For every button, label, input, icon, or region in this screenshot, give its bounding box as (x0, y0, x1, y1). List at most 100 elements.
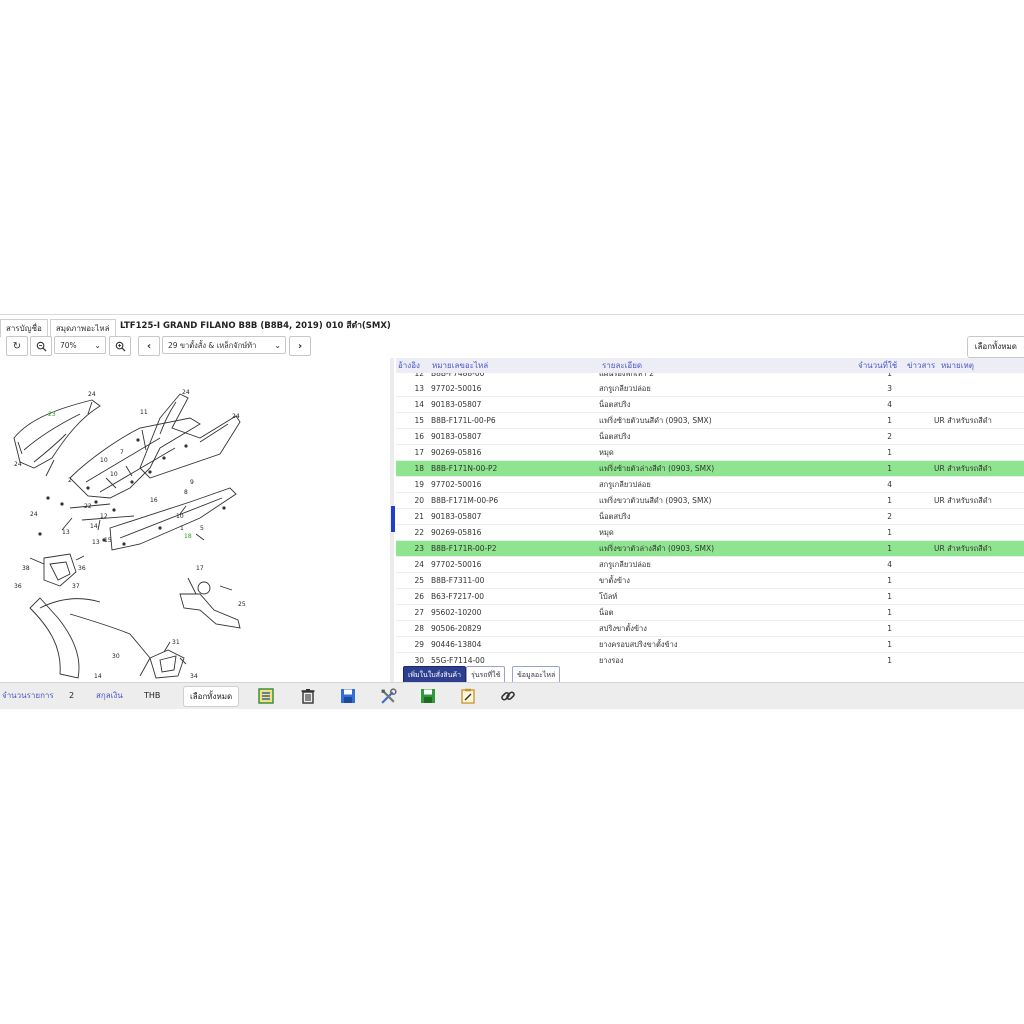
table-row[interactable]: 25 B8B-F7311-00 ขาตั้งข้าง 1 (396, 573, 1024, 589)
col-header-remark[interactable]: หมายเหตุ (941, 358, 974, 373)
table-row[interactable]: 27 95602-10200 น็อต 1 (396, 605, 1024, 621)
cell-description: น็อตสปริง (599, 400, 631, 409)
callout-label[interactable]: 9 (190, 479, 194, 486)
edit-note-button[interactable] (458, 686, 478, 706)
table-row[interactable]: 20 B8B-F171M-00-P6 แฟริ่งขวาตัวบนสีดำ (090… (396, 493, 1024, 509)
save-button[interactable] (338, 686, 358, 706)
col-header-description[interactable]: รายละเอียด (602, 358, 642, 373)
callout-label[interactable]: 24 (14, 461, 22, 468)
zoom-in-button[interactable] (109, 336, 131, 356)
callout-label[interactable]: 10 (176, 513, 184, 520)
callout-label[interactable]: 5 (200, 525, 204, 532)
tools-icon (380, 687, 397, 704)
table-row-selected[interactable]: 18 B8B-F171N-00-P2 แฟริ่งซ้ายตัวล่างสีดำ (… (396, 461, 1024, 477)
callout-label[interactable]: 23 (48, 411, 56, 418)
callout-label[interactable]: 17 (196, 565, 204, 572)
table-row[interactable]: 13 97702-50016 สกรูเกลียวปล่อย 3 (396, 381, 1024, 397)
scroll-position-marker[interactable] (391, 506, 395, 532)
add-list-button[interactable] (256, 686, 276, 706)
select-all-top-button[interactable]: เลือกทั้งหมด (966, 336, 1024, 358)
table-row[interactable]: 14 90183-05807 น็อตสปริง 4 (396, 397, 1024, 413)
table-row-partial[interactable]: 12 B8B-F7488-00 แผ่นรองพักเท้า 2 1 (396, 373, 1024, 381)
callout-label[interactable]: 14 (94, 673, 102, 680)
zoom-in-icon (115, 341, 126, 352)
zoom-select[interactable]: 70% ⌄ (54, 336, 106, 354)
callout-label[interactable]: 24 (88, 391, 96, 398)
cell-quantity: 2 (887, 512, 892, 521)
item-count-label: จำนวนรายการ (2, 691, 54, 700)
cell-quantity: 1 (887, 640, 892, 649)
cell-ref: 28 (414, 624, 424, 633)
callout-label[interactable]: 1 (180, 525, 184, 532)
table-row[interactable]: 21 90183-05807 น็อตสปริง 2 (396, 509, 1024, 525)
table-body: 13 97702-50016 สกรูเกลียวปล่อย 3 14 90183-058… (396, 381, 1024, 666)
table-row[interactable]: 16 90183-05807 น็อตสปริง 2 (396, 429, 1024, 445)
cell-quantity: 1 (887, 656, 892, 665)
cell-quantity: 4 (887, 560, 892, 569)
tab-contents[interactable]: สารบัญชื่อ (0, 319, 48, 337)
callout-label[interactable]: 18 (184, 533, 192, 540)
callout-label[interactable]: 13 (92, 539, 100, 546)
callout-label[interactable]: 24 (232, 413, 240, 420)
col-header-part-number[interactable]: หมายเลขอะไหล่ (432, 358, 488, 373)
callout-label[interactable]: 10 (100, 457, 108, 464)
trash-icon (301, 689, 315, 704)
callout-label[interactable]: 15 (104, 537, 112, 544)
table-row[interactable]: 26 B63-F7217-00 โบ้ลท์ 1 (396, 589, 1024, 605)
callout-label[interactable]: 36 (14, 583, 22, 590)
callout-label[interactable]: 22 (84, 503, 92, 510)
callout-label[interactable]: 38 (22, 565, 30, 572)
callout-label[interactable]: 24 (182, 389, 190, 396)
callout-label[interactable]: 10 (110, 471, 118, 478)
callout-label[interactable]: 16 (150, 497, 158, 504)
delete-button[interactable] (298, 686, 318, 706)
callout-label[interactable]: 25 (238, 601, 246, 608)
callout-label[interactable]: 11 (140, 409, 148, 416)
callout-label[interactable]: 30 (112, 653, 120, 660)
col-header-news[interactable]: ข่าวสาร (907, 358, 935, 373)
tab-parts-book[interactable]: สมุดภาพอะไหล่ (49, 319, 116, 337)
select-all-button[interactable]: เลือกทั้งหมด (183, 686, 240, 707)
frame-lower (29, 597, 80, 679)
col-header-quantity[interactable]: จำนวนที่ใช้ (858, 358, 897, 373)
section-select[interactable]: 29 ขาตั้งสั้ง & เหล็กจักษ์ท้า ⌄ (162, 336, 286, 354)
callout-label[interactable]: 34 (190, 673, 198, 680)
table-row[interactable]: 29 90446-13804 ยางครอบสปริงขาตั้งข้าง 1 (396, 637, 1024, 653)
edit-note-icon (461, 688, 475, 704)
callout-label[interactable]: 24 (30, 511, 38, 518)
callout-label[interactable]: 7 (120, 449, 124, 456)
link-button[interactable] (498, 686, 518, 706)
callout-label[interactable]: 8 (184, 489, 188, 496)
callout-label[interactable]: 2 (68, 477, 72, 484)
table-row[interactable]: 28 90506-20829 สปริงขาตั้งข้าง 1 (396, 621, 1024, 637)
callout-label[interactable]: 12 (100, 513, 108, 520)
save-icon (341, 689, 355, 703)
cell-ref: 17 (414, 448, 424, 457)
cell-ref: 14 (414, 400, 424, 409)
table-row[interactable]: 22 90269-05816 หมุด 1 (396, 525, 1024, 541)
cell-description: สกรูเกลียวปล่อย (599, 384, 651, 393)
callout-label[interactable]: 31 (172, 639, 180, 646)
zoom-out-button[interactable] (30, 336, 52, 356)
refresh-button[interactable]: ↻ (6, 336, 28, 356)
chevron-down-icon: ⌄ (274, 341, 281, 350)
next-section-button[interactable]: › (289, 336, 311, 356)
tools-button[interactable] (378, 686, 398, 706)
cell-part-number: 90269-05816 (431, 528, 482, 537)
callout-label[interactable]: 37 (72, 583, 80, 590)
cell-part-number: 97702-50016 (431, 480, 482, 489)
prev-section-button[interactable]: ‹ (138, 336, 160, 356)
table-row[interactable]: 30 55G-F7114-00 ยางรอง 1 (396, 653, 1024, 666)
parts-diagram[interactable]: 24 24 23 11 24 24 10 24 7 2 10 8 9 22 12… (0, 358, 390, 682)
table-row[interactable]: 24 97702-50016 สกรูเกลียวปล่อย 4 (396, 557, 1024, 573)
table-row[interactable]: 15 B8B-F171L-00-P6 แฟริ่งซ้ายตัวบนสีดำ (09… (396, 413, 1024, 429)
save-green-button[interactable] (418, 686, 438, 706)
table-row[interactable]: 19 97702-50016 สกรูเกลียวปล่อย 4 (396, 477, 1024, 493)
callout-label[interactable]: 13 (62, 529, 70, 536)
table-row[interactable]: 17 90269-05816 หมุด 1 (396, 445, 1024, 461)
table-row-selected[interactable]: 23 B8B-F171R-00-P2 แฟริ่งขวาตัวล่างสีดำ (0… (396, 541, 1024, 557)
cell-description: ยางครอบสปริงขาตั้งข้าง (599, 640, 678, 649)
callout-label[interactable]: 36 (78, 565, 86, 572)
callout-label[interactable]: 14 (90, 523, 98, 530)
col-header-ref[interactable]: อ้างอิง (398, 358, 420, 373)
